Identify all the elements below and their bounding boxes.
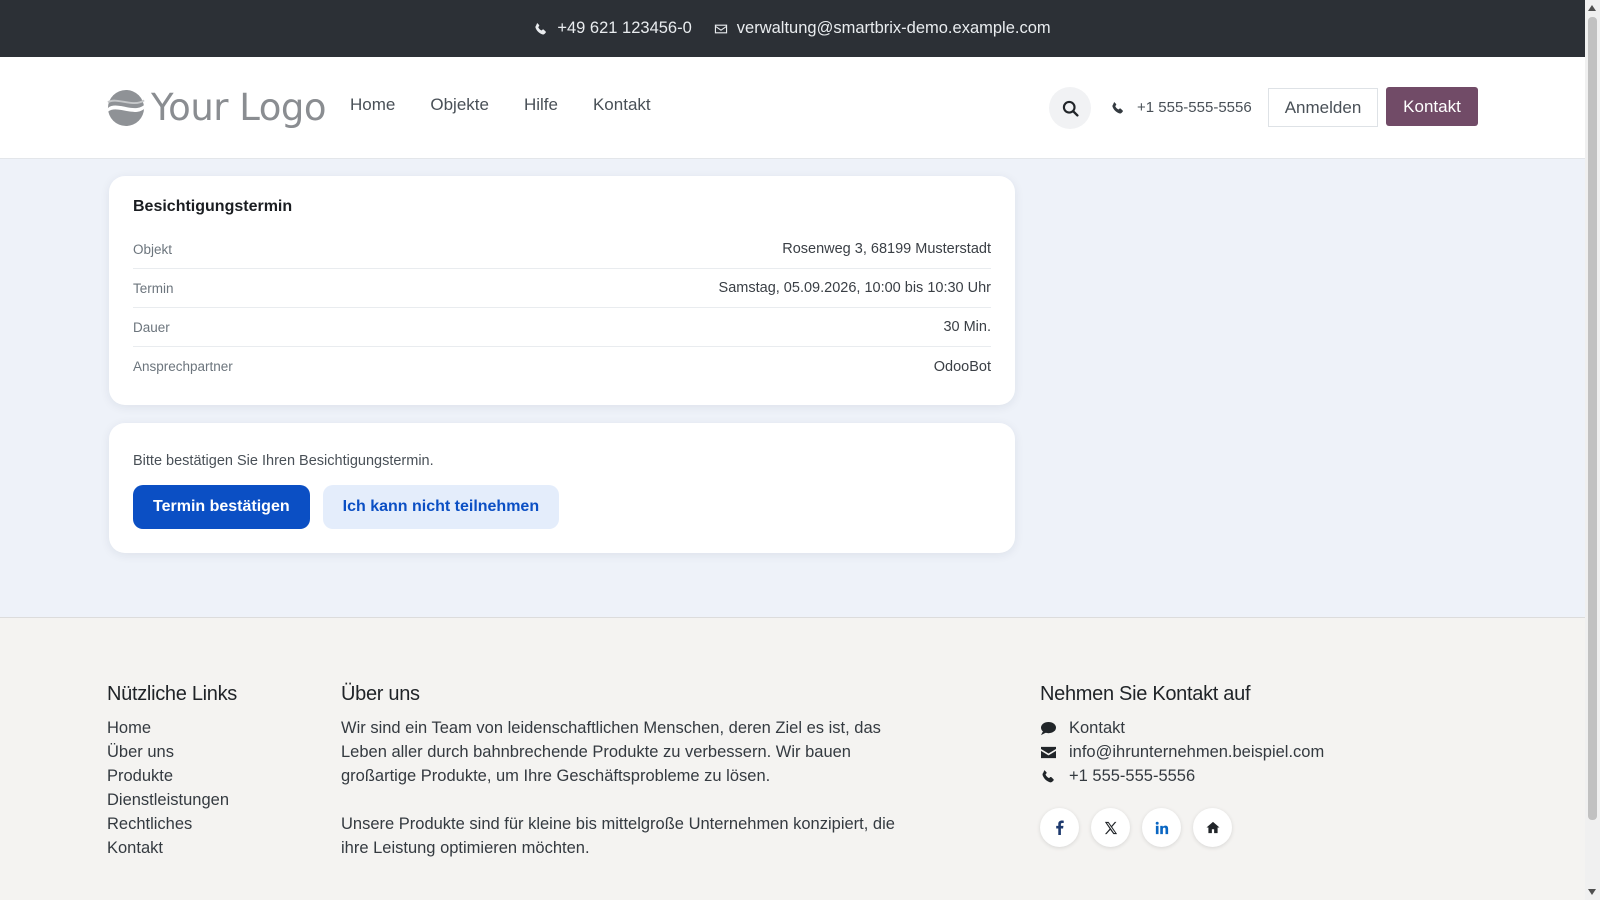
site-footer: Nützliche Links Home Über uns Produkte D… <box>0 617 1585 900</box>
phone-icon <box>535 22 547 34</box>
detail-row-termin: Termin Samstag, 05.09.2026, 10:00 bis 10… <box>133 269 991 308</box>
decline-appointment-button[interactable]: Ich kann nicht teilnehmen <box>322 485 560 529</box>
footer-contact-phone-text: +1 555-555-5556 <box>1069 767 1196 785</box>
footer-link-ueber-uns[interactable]: Über uns <box>107 740 237 764</box>
home-link[interactable] <box>1193 808 1232 847</box>
appointment-card: Besichtigungstermin Objekt Rosenweg 3, 6… <box>109 176 1015 405</box>
topbar-phone[interactable]: +49 621 123456-0 <box>534 19 692 38</box>
social-links <box>1040 808 1324 847</box>
nav-links: Home Objekte Hilfe Kontakt <box>350 95 651 115</box>
scroll-thumb[interactable] <box>1588 17 1597 820</box>
scroll-up-arrow-icon[interactable] <box>1588 5 1596 11</box>
confirm-message: Bitte bestätigen Sie Ihren Besichtigungs… <box>133 453 434 469</box>
topbar-email-text: verwaltung@smartbrix-demo.example.com <box>736 19 1051 37</box>
linkedin-icon <box>1155 821 1168 834</box>
scroll-down-arrow-icon[interactable] <box>1588 889 1596 895</box>
detail-label: Ansprechpartner <box>133 359 233 374</box>
footer-link-kontakt[interactable]: Kontakt <box>107 836 237 860</box>
nav-link-hilfe[interactable]: Hilfe <box>524 95 558 115</box>
home-icon <box>1206 821 1219 834</box>
detail-row-ansprechpartner: Ansprechpartner OdooBot <box>133 347 991 386</box>
footer-contact-column: Nehmen Sie Kontakt auf Kontakt info@ihru… <box>1040 683 1324 847</box>
footer-about-column: Über uns Wir sind ein Team von leidensch… <box>341 683 901 860</box>
page-scrollbar[interactable] <box>1585 0 1600 900</box>
phone-icon <box>1112 101 1123 113</box>
footer-link-produkte[interactable]: Produkte <box>107 764 237 788</box>
footer-link-home[interactable]: Home <box>107 716 237 740</box>
topbar-phone-text: +49 621 123456-0 <box>557 19 692 37</box>
footer-contact-email[interactable]: info@ihrunternehmen.beispiel.com <box>1040 740 1324 764</box>
appointment-title: Besichtigungstermin <box>133 198 293 215</box>
nav-link-objekte[interactable]: Objekte <box>430 95 489 115</box>
footer-links-column: Nützliche Links Home Über uns Produkte D… <box>107 683 237 860</box>
detail-row-objekt: Objekt Rosenweg 3, 68199 Musterstadt <box>133 230 991 269</box>
contact-button[interactable]: Kontakt <box>1386 87 1478 126</box>
search-button[interactable] <box>1049 87 1091 129</box>
site-logo[interactable]: Your Logo <box>107 86 326 129</box>
confirm-appointment-button[interactable]: Termin bestätigen <box>133 485 310 529</box>
linkedin-link[interactable] <box>1142 808 1181 847</box>
main-navbar: Your Logo Home Objekte Hilfe Kontakt +1 … <box>0 57 1585 159</box>
detail-value: Samstag, 05.09.2026, 10:00 bis 10:30 Uhr <box>718 280 991 296</box>
envelope-icon <box>714 24 727 33</box>
login-button[interactable]: Anmelden <box>1268 88 1378 127</box>
nav-phone[interactable]: +1 555-555-5556 <box>1111 99 1252 116</box>
detail-value: OdooBot <box>933 358 991 375</box>
nav-link-kontakt[interactable]: Kontakt <box>593 95 651 115</box>
footer-contact-link[interactable]: Kontakt <box>1040 716 1324 740</box>
detail-value: 30 Min. <box>943 319 991 335</box>
footer-links-title: Nützliche Links <box>107 683 238 705</box>
top-contact-bar: +49 621 123456-0 verwaltung@smartbrix-de… <box>0 0 1585 57</box>
footer-link-dienstleistungen[interactable]: Dienstleistungen <box>107 788 237 812</box>
detail-value: Rosenweg 3, 68199 Musterstadt <box>782 241 991 257</box>
detail-label: Objekt <box>133 241 173 257</box>
detail-label: Termin <box>133 280 174 296</box>
footer-contact-phone[interactable]: +1 555-555-5556 <box>1040 764 1324 788</box>
chat-bubble-icon <box>1041 721 1056 735</box>
topbar-email[interactable]: verwaltung@smartbrix-demo.example.com <box>714 19 1051 38</box>
x-icon <box>1104 821 1117 834</box>
phone-icon <box>1042 769 1054 782</box>
facebook-icon <box>1056 820 1064 835</box>
footer-contact-email-text: info@ihrunternehmen.beispiel.com <box>1069 743 1325 761</box>
footer-contact-title: Nehmen Sie Kontakt auf <box>1040 683 1251 705</box>
nav-link-home[interactable]: Home <box>350 95 395 115</box>
nav-phone-text: +1 555-555-5556 <box>1137 99 1252 116</box>
x-link[interactable] <box>1091 808 1130 847</box>
detail-row-dauer: Dauer 30 Min. <box>133 308 991 347</box>
logo-text: Your Logo <box>151 86 326 129</box>
envelope-icon <box>1041 746 1056 758</box>
detail-label: Dauer <box>133 319 170 335</box>
logo-mark-icon <box>107 89 145 126</box>
footer-link-rechtliches[interactable]: Rechtliches <box>107 812 237 836</box>
footer-about-text-1: Wir sind ein Team von leidenschaftlichen… <box>341 719 881 785</box>
confirm-actions: Termin bestätigen Ich kann nicht teilneh… <box>133 485 991 529</box>
footer-about-text-2: Unsere Produkte sind für kleine bis mitt… <box>341 815 895 857</box>
search-icon <box>1062 100 1079 117</box>
footer-contact-link-text: Kontakt <box>1069 719 1125 737</box>
footer-about-title: Über uns <box>341 683 420 705</box>
facebook-link[interactable] <box>1040 808 1079 847</box>
confirm-card: Bitte bestätigen Sie Ihren Besichtigungs… <box>109 423 1015 553</box>
